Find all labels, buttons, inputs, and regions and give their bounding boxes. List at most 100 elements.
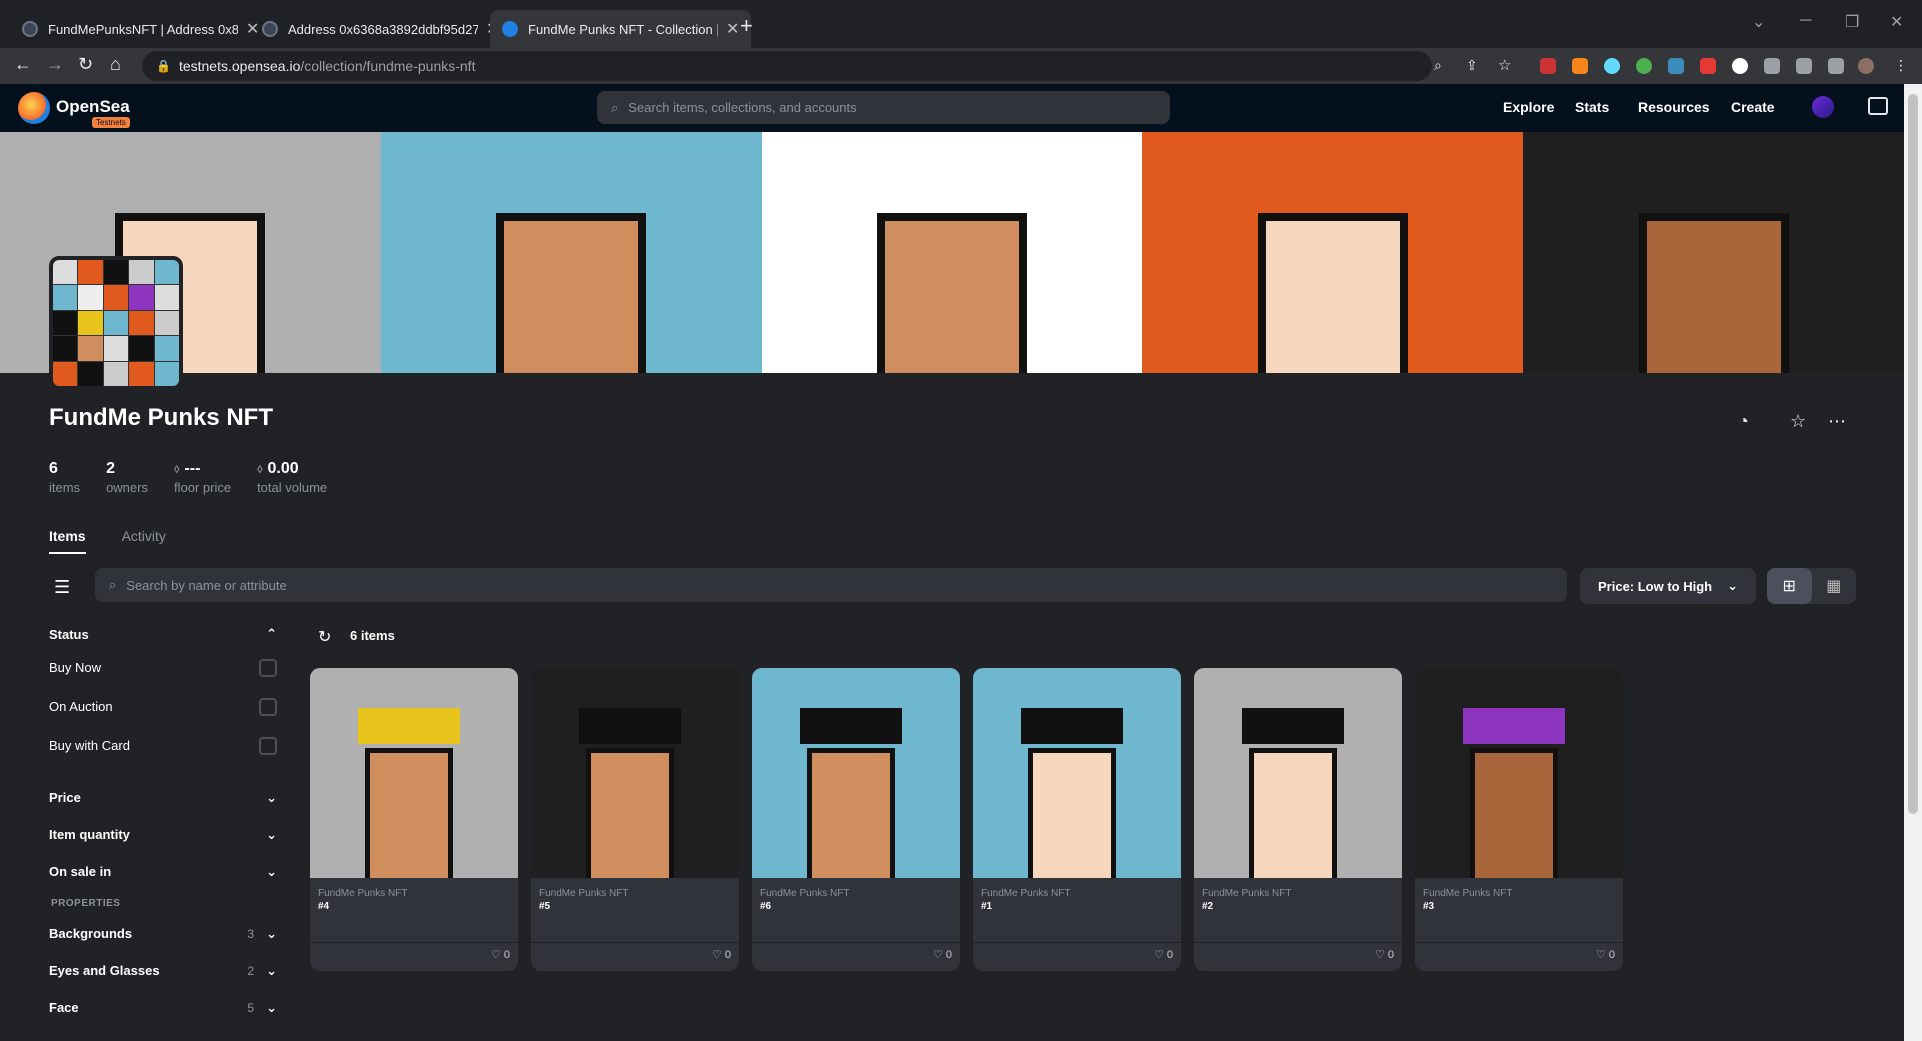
status-option-on-auction[interactable]: On Auction	[49, 687, 277, 726]
tab-search-icon[interactable]: ⌄	[1752, 12, 1765, 32]
punk-face-graphic	[496, 213, 647, 373]
nft-card[interactable]: FundMe Punks NFT #2 ♡ 0	[1194, 668, 1402, 971]
opensea-logo[interactable]	[18, 92, 50, 124]
nft-image[interactable]	[1415, 668, 1623, 878]
collection-stats: 6 items 2 owners ◊ --- floor price ◊ 0.00 …	[49, 460, 327, 495]
avatar-tile	[129, 260, 154, 285]
tab-activity[interactable]: Activity	[122, 528, 166, 554]
option-label: On Auction	[49, 699, 113, 714]
nft-image[interactable]	[973, 668, 1181, 878]
extension-icon[interactable]	[1636, 58, 1652, 74]
zoom-icon[interactable]: ⌕	[1434, 57, 1442, 74]
nft-card[interactable]: FundMe Punks NFT #4 ♡ 0	[310, 668, 518, 971]
nft-image[interactable]	[531, 668, 739, 878]
extension-icon[interactable]	[1732, 58, 1748, 74]
checkbox[interactable]	[259, 658, 277, 677]
property-eyes-and-glasses[interactable]: Eyes and Glasses 2 ⌄	[49, 952, 277, 989]
browser-tab-2[interactable]: Address 0x6368a3892ddbf95d27... ✕	[250, 10, 511, 48]
profile-icon[interactable]	[1812, 96, 1834, 118]
back-icon[interactable]: ←	[14, 54, 32, 75]
site-header: OpenSea Testnets ⌕ Search items, collect…	[0, 84, 1904, 132]
avatar-tile	[53, 310, 78, 336]
nav-explore[interactable]: Explore	[1503, 99, 1554, 115]
avatar-tile	[78, 310, 103, 336]
metamask-icon[interactable]	[1572, 58, 1588, 74]
card-token-id: #2	[1202, 901, 1214, 912]
status-option-buy-now[interactable]: Buy Now	[49, 648, 277, 687]
nft-card[interactable]: FundMe Punks NFT #6 ♡ 0	[752, 668, 960, 971]
nft-image[interactable]	[310, 668, 518, 878]
punk-hair-graphic	[1242, 708, 1344, 744]
favorite-star-icon[interactable]: ☆	[1790, 411, 1806, 432]
forward-icon[interactable]: →	[46, 54, 64, 75]
url-path: /collection/fundme-punks-nft	[300, 58, 476, 74]
nft-card[interactable]: FundMe Punks NFT #1 ♡ 0	[973, 668, 1181, 971]
like-button[interactable]: ♡ 0	[933, 948, 952, 961]
address-bar[interactable]: 🔒 testnets.opensea.io /collection/fundme…	[142, 51, 1432, 81]
property-face[interactable]: Face 5 ⌄	[49, 989, 277, 1026]
nft-image[interactable]	[1194, 668, 1402, 878]
close-icon[interactable]: ✕	[726, 19, 739, 39]
side-panel-icon[interactable]	[1828, 58, 1844, 74]
scrollbar-thumb[interactable]	[1908, 94, 1918, 814]
reading-list-icon[interactable]	[1796, 58, 1812, 74]
restore-icon[interactable]: ❐	[1845, 12, 1859, 32]
like-button[interactable]: ♡ 0	[491, 948, 510, 961]
wallet-icon[interactable]	[1868, 97, 1888, 115]
checkbox[interactable]	[259, 736, 277, 755]
like-button[interactable]: ♡ 0	[1154, 948, 1173, 961]
browser-tab-1[interactable]: FundMePunksNFT | Address 0x8... ✕	[10, 10, 271, 48]
extension-icon[interactable]	[1540, 58, 1556, 74]
checkbox[interactable]	[259, 697, 277, 716]
sort-select[interactable]: Price: Low to High ⌄	[1580, 568, 1756, 604]
avatar-tile	[78, 336, 103, 361]
like-button[interactable]: ♡ 0	[1375, 948, 1394, 961]
collection-tabs: Items Activity	[49, 528, 166, 554]
minimize-icon[interactable]: ─	[1800, 12, 1811, 30]
global-search-input[interactable]: ⌕ Search items, collections, and account…	[597, 91, 1170, 124]
nav-resources[interactable]: Resources	[1638, 99, 1710, 115]
nft-card[interactable]: FundMe Punks NFT #5 ♡ 0	[531, 668, 739, 971]
nft-image[interactable]	[752, 668, 960, 878]
avatar-tile	[103, 361, 129, 386]
window-close-icon[interactable]: ✕	[1890, 12, 1903, 32]
punk-face-graphic	[1257, 213, 1408, 373]
browser-tab-3[interactable]: FundMe Punks NFT - Collection | ✕	[490, 10, 752, 48]
like-button[interactable]: ♡ 0	[1596, 948, 1615, 961]
home-icon[interactable]: ⌂	[110, 54, 121, 75]
share-network-icon[interactable]: ◔	[1738, 411, 1749, 432]
item-search-input[interactable]: ⌕ Search by name or attribute	[95, 568, 1567, 602]
property-backgrounds[interactable]: Backgrounds 3 ⌄	[49, 915, 277, 952]
eth-icon: ◊	[173, 464, 180, 476]
brand-name[interactable]: OpenSea	[56, 97, 130, 117]
avatar-tile	[78, 260, 103, 285]
punk-face-graphic	[365, 748, 453, 878]
menu-kebab-icon[interactable]: ⋮	[1894, 57, 1908, 74]
extension-icon[interactable]	[1668, 58, 1684, 74]
puzzle-icon[interactable]	[1764, 58, 1780, 74]
refresh-icon[interactable]: ↻	[318, 627, 331, 647]
tab-items[interactable]: Items	[49, 528, 86, 554]
on-sale-in-section-header[interactable]: On sale in ⌄	[49, 853, 277, 890]
extension-icon[interactable]	[1700, 58, 1716, 74]
property-count: 2	[247, 963, 255, 978]
profile-avatar[interactable]	[1858, 58, 1874, 74]
price-section-header[interactable]: Price ⌄	[49, 779, 277, 816]
nav-stats[interactable]: Stats	[1575, 99, 1609, 115]
new-tab-icon[interactable]: +	[740, 13, 753, 39]
status-section-header[interactable]: Status ⌃	[49, 620, 277, 648]
nav-create[interactable]: Create	[1731, 99, 1775, 115]
large-grid-icon[interactable]: ⊞	[1767, 568, 1812, 604]
share-icon[interactable]: ⇪	[1466, 57, 1478, 74]
reload-icon[interactable]: ↻	[78, 54, 93, 75]
nft-card[interactable]: FundMe Punks NFT #3 ♡ 0	[1415, 668, 1623, 971]
filter-toggle-icon[interactable]: ☰	[54, 577, 70, 598]
like-button[interactable]: ♡ 0	[712, 948, 731, 961]
status-option-buy-with-card[interactable]: Buy with Card	[49, 726, 277, 765]
item-quantity-section-header[interactable]: Item quantity ⌄	[49, 816, 277, 853]
bookmark-star-icon[interactable]: ☆	[1498, 56, 1511, 74]
more-options-icon[interactable]: ⋯	[1828, 411, 1846, 432]
react-devtools-icon[interactable]	[1604, 58, 1620, 74]
page-scrollbar[interactable]	[1904, 84, 1922, 1041]
small-grid-icon[interactable]: ▦	[1812, 568, 1857, 604]
